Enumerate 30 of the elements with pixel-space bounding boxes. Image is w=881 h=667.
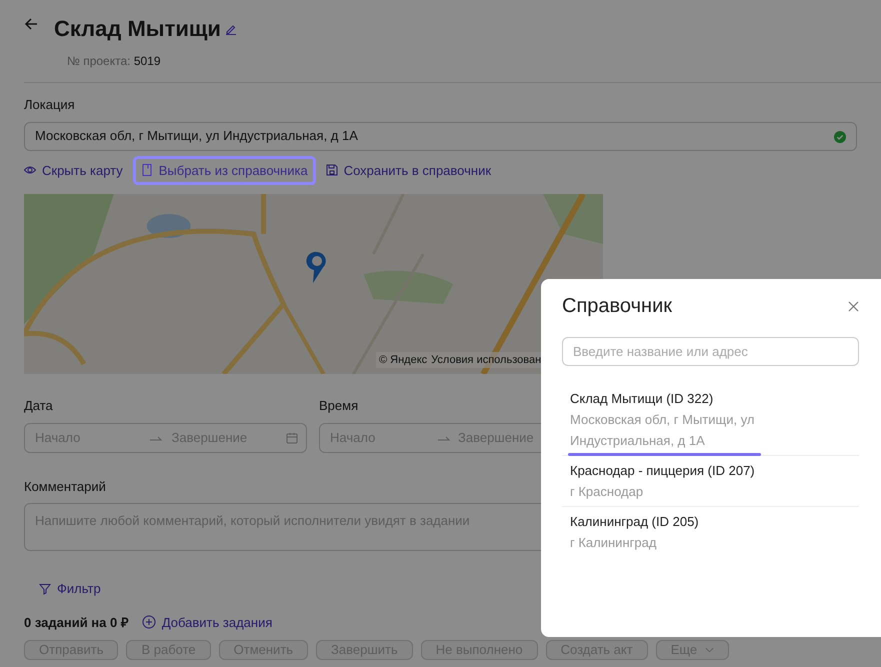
map-action-link[interactable]: Сохранить в справочник [320, 158, 496, 182]
caret-icon [705, 647, 714, 653]
field-label: Комментарий [24, 478, 106, 496]
map-pin-icon [306, 250, 328, 284]
terms-link[interactable]: Условия использован [431, 352, 542, 368]
map-action-link[interactable]: Выбрать из справочника [136, 158, 313, 182]
location-address: г Краснодар [570, 483, 644, 501]
field-label: Время [319, 397, 358, 415]
plus-circle-icon [142, 615, 156, 630]
field-label: Локация [24, 96, 75, 114]
pencil-icon[interactable] [224, 23, 237, 35]
dialog-title: Справочник [562, 294, 672, 319]
search-field[interactable]: Введите название или адрес [562, 337, 859, 366]
field-label: Дата [24, 397, 53, 415]
eye-icon [24, 164, 36, 176]
back-arrow-icon[interactable] [24, 17, 38, 31]
location-name[interactable]: Склад Мытищи (ID 322) [570, 388, 851, 409]
location-address: г Калининград [570, 534, 658, 552]
add-tasks-link[interactable]: Добавить задания [136, 610, 278, 634]
document-icon [140, 164, 153, 176]
address-field[interactable]: Московская обл, г Мытищи, ул Индустриальная, д 1А [24, 122, 857, 150]
project-title: Склад Мытищи [54, 15, 221, 43]
filter-button[interactable]: Фильтр [34, 577, 106, 600]
filter-icon [39, 582, 51, 595]
tasks-summary: 0 заданий на 0 ₽ [24, 614, 129, 632]
location-name[interactable]: Краснодар - пиццерия (ID 207) [570, 460, 851, 481]
calendar-icon [286, 432, 298, 444]
map-action-link[interactable]: Скрыть карту [19, 158, 128, 182]
project-number: № проекта: 5019 [67, 53, 162, 70]
close-button[interactable] [848, 300, 859, 312]
